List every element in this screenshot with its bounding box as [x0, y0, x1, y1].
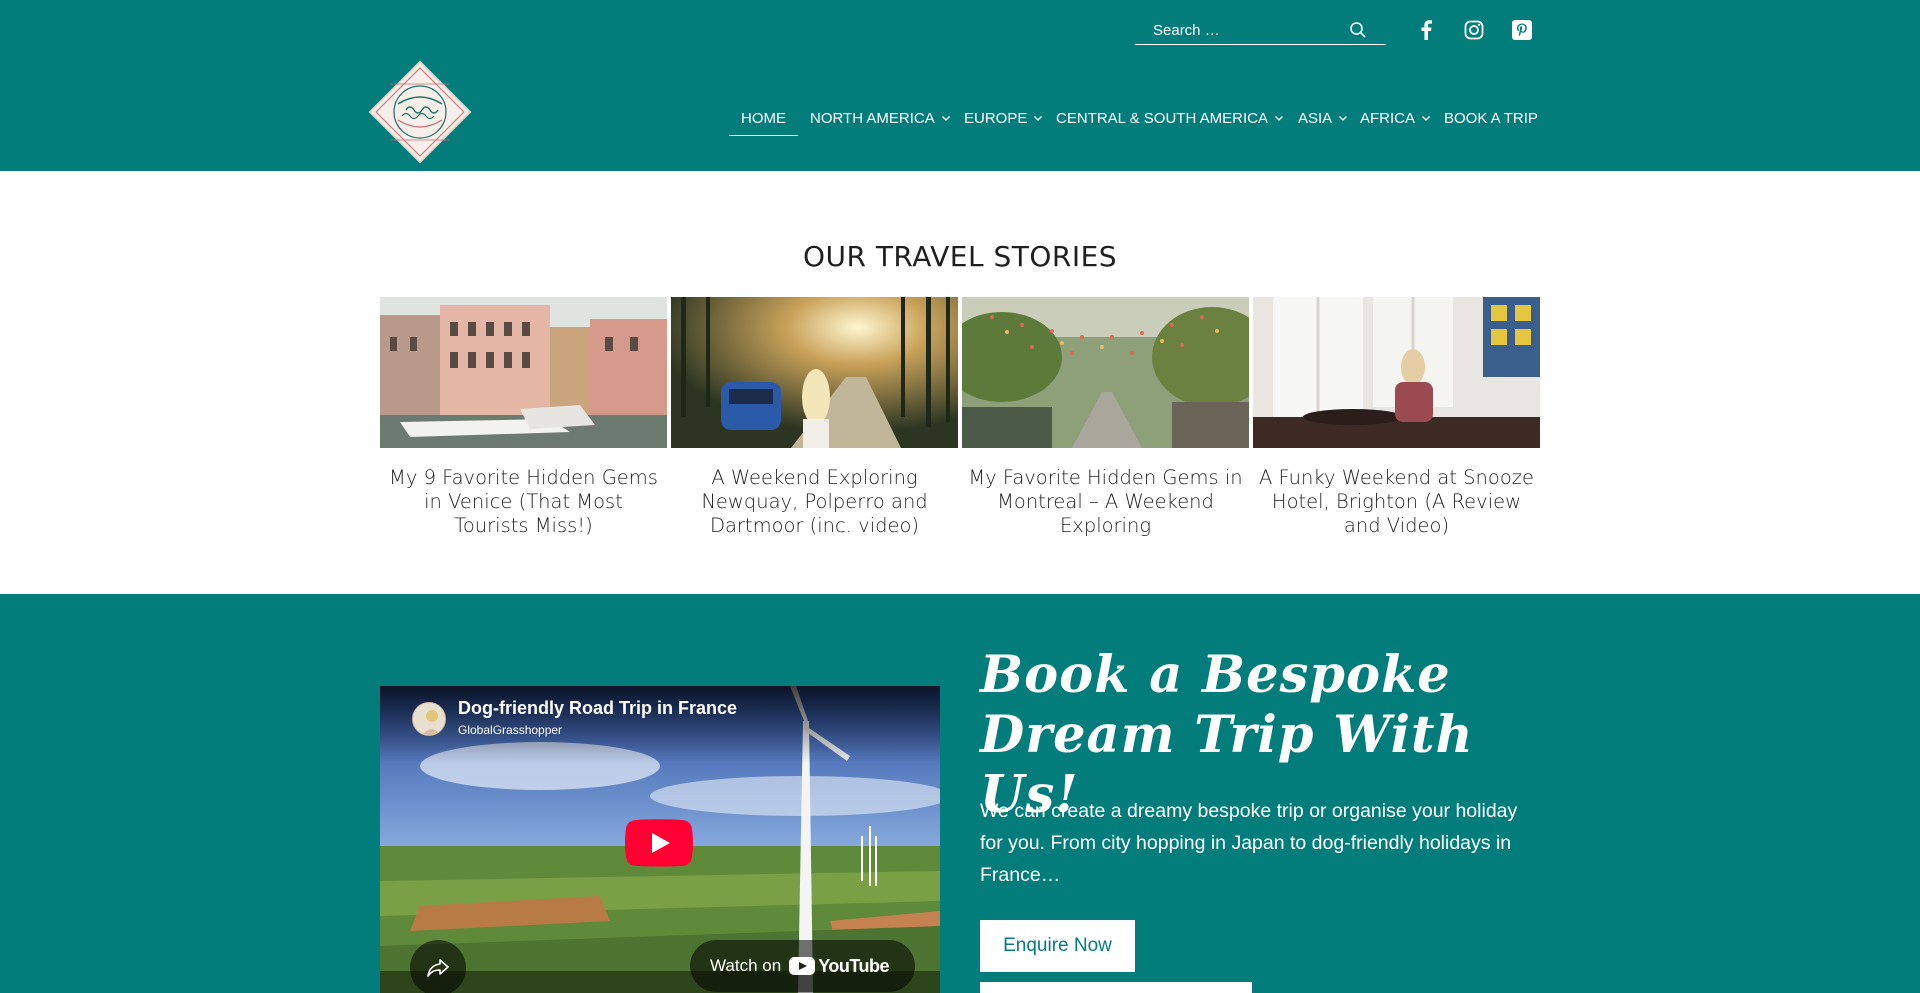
nav-label: BOOK A TRIP — [1444, 109, 1538, 127]
search-bar — [1135, 16, 1386, 45]
nav-north-america[interactable]: NORTH AMERICA — [810, 98, 951, 138]
nav-label: HOME — [741, 109, 786, 127]
chevron-down-icon — [1422, 116, 1430, 121]
site-header: HOME NORTH AMERICA EUROPE CENTRAL & SOUT… — [0, 0, 1920, 171]
nav-label: CENTRAL & SOUTH AMERICA — [1056, 109, 1268, 127]
nav-europe[interactable]: EUROPE — [964, 98, 1043, 138]
video-channel[interactable]: GlobalGrasshopper — [458, 723, 562, 737]
youtube-play-icon — [789, 957, 816, 975]
watch-on-label: Watch on — [710, 956, 782, 975]
story-card[interactable]: A Funky Weekend at Snooze Hotel, Brighto… — [1253, 297, 1540, 538]
nav-africa[interactable]: AFRICA — [1360, 98, 1431, 138]
story-title[interactable]: My Favorite Hidden Gems in Montreal – A … — [962, 466, 1249, 538]
search-input[interactable] — [1153, 22, 1353, 39]
youtube-wordmark: YouTube — [818, 955, 890, 976]
nav-label: ASIA — [1298, 109, 1333, 127]
nav-label: EUROPE — [964, 109, 1028, 127]
story-image-venice[interactable] — [380, 297, 667, 448]
story-image-montreal[interactable] — [962, 297, 1249, 448]
booking-description: We can create a dreamy bespoke trip or o… — [980, 800, 1518, 886]
instagram-icon[interactable] — [1462, 18, 1486, 42]
nav-asia[interactable]: ASIA — [1298, 98, 1348, 138]
story-title[interactable]: A Funky Weekend at Snooze Hotel, Brighto… — [1253, 466, 1540, 538]
share-button[interactable] — [410, 940, 466, 993]
secondary-button[interactable] — [980, 982, 1252, 993]
story-card[interactable]: A Weekend Exploring Newquay, Polperro an… — [671, 297, 958, 538]
nav-central-south-america[interactable]: CENTRAL & SOUTH AMERICA — [1056, 98, 1284, 138]
facebook-icon[interactable] — [1414, 18, 1438, 42]
story-image-newquay[interactable] — [671, 297, 958, 448]
nav-book-a-trip[interactable]: BOOK A TRIP — [1444, 98, 1538, 138]
pinterest-icon[interactable] — [1510, 18, 1534, 42]
chevron-down-icon — [1339, 116, 1348, 121]
watch-on-youtube-button[interactable]: Watch on YouTube — [690, 940, 916, 992]
channel-avatar[interactable] — [412, 702, 446, 736]
story-title[interactable]: A Weekend Exploring Newquay, Polperro an… — [671, 466, 958, 538]
search-icon[interactable] — [1349, 21, 1367, 39]
youtube-logo: YouTube — [789, 955, 890, 977]
chevron-down-icon — [1034, 116, 1043, 121]
nav-home[interactable]: HOME — [741, 98, 786, 138]
story-image-brighton[interactable] — [1253, 297, 1540, 448]
video-title[interactable]: Dog-friendly Road Trip in France — [458, 698, 737, 719]
nav-label: NORTH AMERICA — [810, 109, 935, 127]
enquire-now-button[interactable]: Enquire Now — [980, 920, 1135, 972]
chevron-down-icon — [1275, 116, 1283, 121]
youtube-embed[interactable]: Dog-friendly Road Trip in France GlobalG… — [380, 686, 940, 993]
main-nav: HOME NORTH AMERICA EUROPE CENTRAL & SOUT… — [0, 98, 1920, 138]
nav-label: AFRICA — [1360, 109, 1416, 127]
section-title: OUR TRAVEL STORIES — [802, 240, 1118, 273]
story-title[interactable]: My 9 Favorite Hidden Gems in Venice (Tha… — [380, 466, 667, 538]
story-card[interactable]: My 9 Favorite Hidden Gems in Venice (Tha… — [380, 297, 667, 538]
share-icon — [427, 959, 449, 977]
story-card[interactable]: My Favorite Hidden Gems in Montreal – A … — [962, 297, 1249, 538]
booking-section — [0, 594, 1920, 993]
chevron-down-icon — [941, 116, 950, 121]
play-button-icon[interactable] — [625, 819, 693, 867]
active-nav-indicator — [729, 135, 798, 136]
